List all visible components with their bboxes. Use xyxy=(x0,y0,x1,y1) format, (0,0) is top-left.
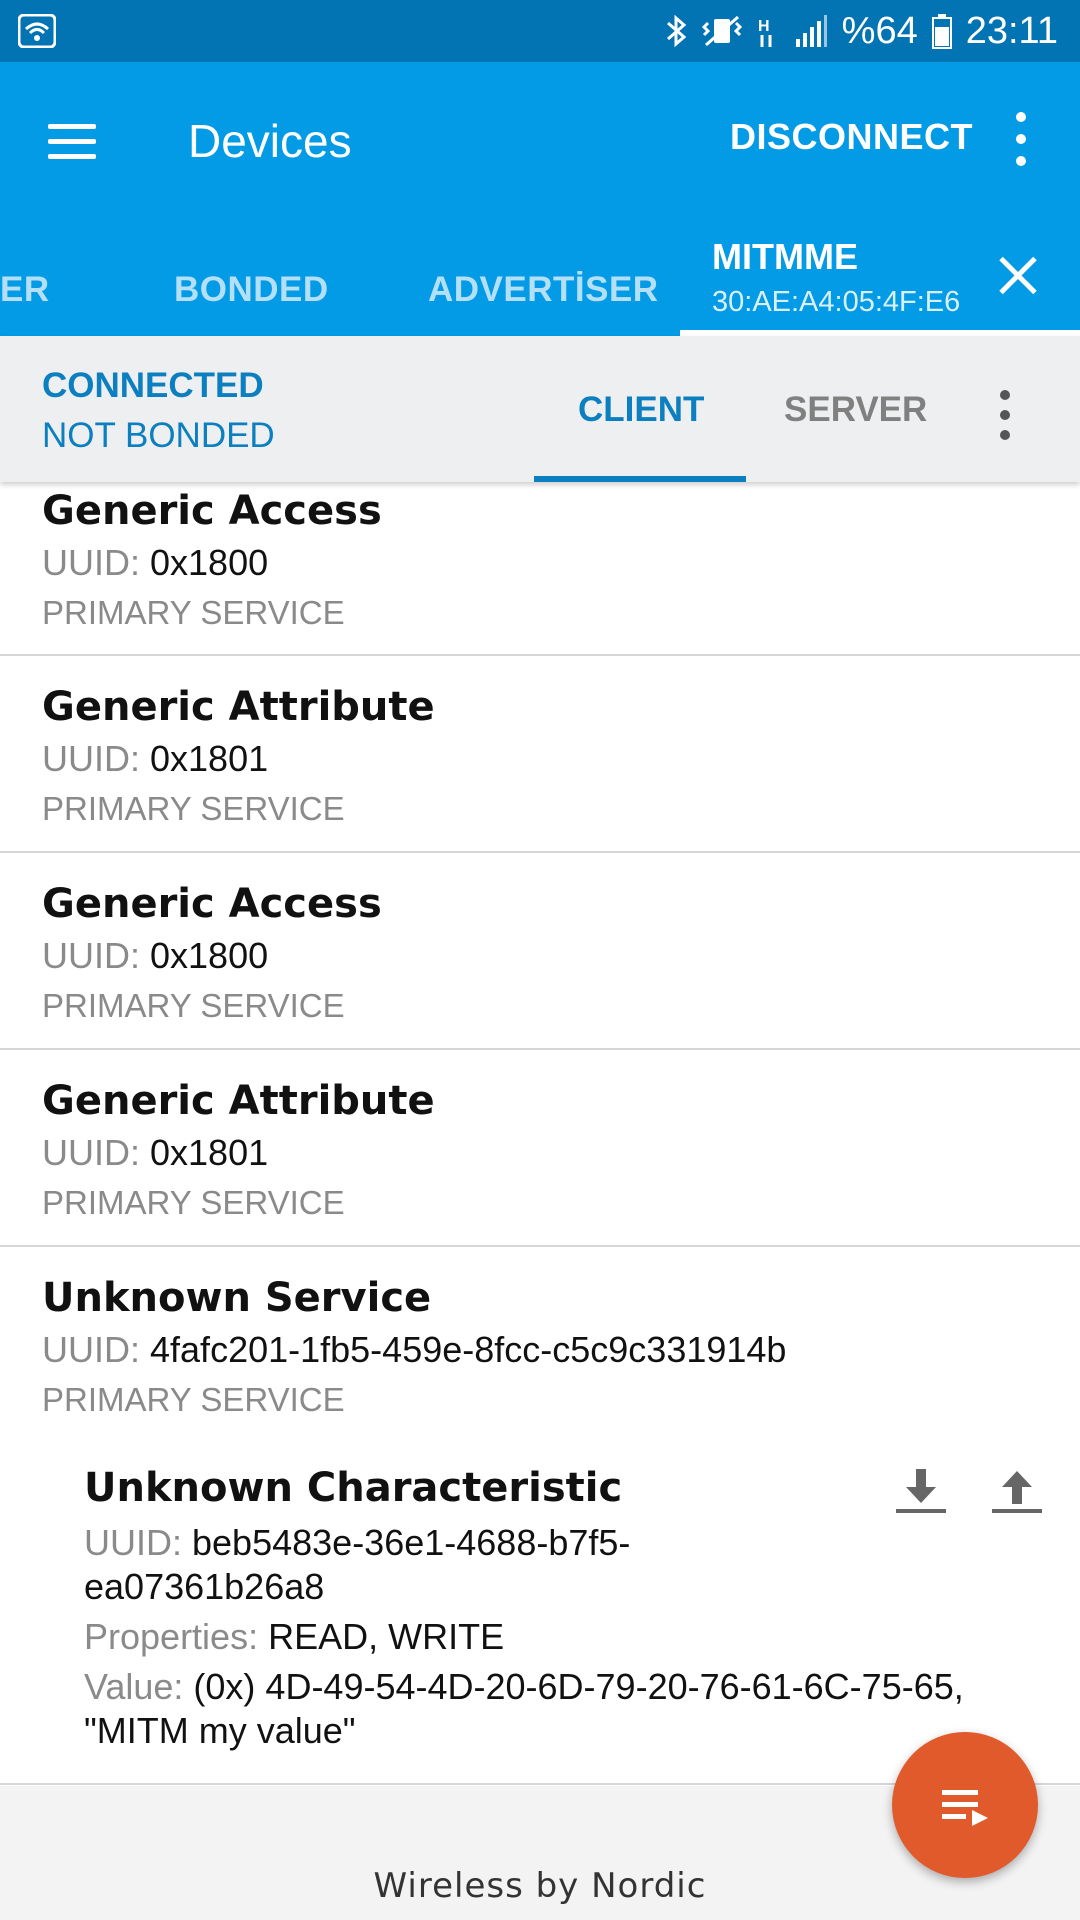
tab-client[interactable]: CLIENT xyxy=(578,390,704,430)
service-type: PRIMARY SERVICE xyxy=(42,1381,345,1418)
characteristic-uuid: UUID: beb5483e-36e1-4688-b7f5- ea07361b2… xyxy=(84,1522,631,1607)
app-bar: Devices DISCONNECT ER BONDED ADVERTİSER … xyxy=(0,62,1080,336)
read-download-icon[interactable] xyxy=(894,1467,948,1517)
page-title: Devices xyxy=(188,115,352,167)
write-upload-icon[interactable] xyxy=(990,1467,1044,1517)
service-type: PRIMARY SERVICE xyxy=(42,1184,345,1221)
service-uuid: UUID: 0x1801 xyxy=(42,1132,269,1173)
service-name: Generic Attribute xyxy=(42,1078,435,1124)
service-type: PRIMARY SERVICE xyxy=(42,987,345,1024)
service-uuid: UUID: 0x1801 xyxy=(42,738,269,779)
status-bar: H %64 23:11 xyxy=(0,0,1080,62)
characteristic-properties: Properties: READ, WRITE xyxy=(84,1616,505,1657)
service-uuid: UUID: 0x1800 xyxy=(42,542,269,583)
service-uuid: UUID: 4fafc201-1fb5-459e-8fcc-c5c9c33191… xyxy=(42,1329,787,1370)
playlist-icon xyxy=(942,1790,988,1826)
service-type: PRIMARY SERVICE xyxy=(42,790,345,827)
wifi-icon xyxy=(18,14,56,48)
signal-icon xyxy=(795,15,827,47)
service-name: Generic Access xyxy=(42,881,382,927)
disconnect-button[interactable]: DISCONNECT xyxy=(730,116,973,158)
menu-icon[interactable] xyxy=(44,114,100,170)
bond-state: NOT BONDED xyxy=(42,416,275,455)
more-options-icon[interactable] xyxy=(1014,112,1028,168)
tab-server[interactable]: SERVER xyxy=(784,390,927,430)
service-type: PRIMARY SERVICE xyxy=(42,594,345,631)
service-name: Generic Attribute xyxy=(42,684,435,730)
service-name: Unknown Service xyxy=(42,1275,432,1321)
svg-text:H: H xyxy=(758,18,770,35)
device-address: 30:AE:A4:05:4F:E6 xyxy=(712,286,961,318)
service-item[interactable]: Generic Attribute UUID: 0x1801 PRIMARY S… xyxy=(0,656,1080,853)
tab-scanner[interactable]: ER xyxy=(0,270,50,310)
vibrate-icon xyxy=(701,15,742,47)
service-item-unknown[interactable]: Unknown Service UUID: 4fafc201-1fb5-459e… xyxy=(0,1247,1080,1785)
service-uuid: UUID: 0x1800 xyxy=(42,935,269,976)
characteristic-name: Unknown Characteristic xyxy=(84,1465,623,1511)
connection-more-icon[interactable] xyxy=(998,390,1012,446)
connection-bar: CONNECTED NOT BONDED CLIENT SERVER xyxy=(0,336,1080,482)
service-item[interactable]: Generic Access UUID: 0x1800 PRIMARY SERV… xyxy=(0,853,1080,1050)
bluetooth-icon xyxy=(666,14,686,48)
battery-icon xyxy=(931,14,952,49)
service-item[interactable]: Generic Access UUID: 0x1800 PRIMARY SERV… xyxy=(0,482,1080,656)
client-tab-indicator xyxy=(534,476,746,482)
service-item[interactable]: Generic Attribute UUID: 0x1801 PRIMARY S… xyxy=(0,1050,1080,1247)
tab-bonded[interactable]: BONDED xyxy=(174,270,329,310)
battery-percent: %64 xyxy=(841,9,918,52)
clock: 23:11 xyxy=(965,9,1058,52)
connection-state: CONNECTED xyxy=(42,366,264,405)
network-h-icon: H xyxy=(758,18,772,47)
log-fab-button[interactable] xyxy=(892,1732,1038,1878)
service-name: Generic Access xyxy=(42,488,382,534)
device-name: MITMME xyxy=(712,236,858,277)
tab-advertiser[interactable]: ADVERTİSER xyxy=(428,270,659,310)
characteristic-item[interactable]: Unknown Characteristic UUID: beb5483e-36… xyxy=(84,1465,1044,1765)
close-icon[interactable] xyxy=(996,254,1040,298)
